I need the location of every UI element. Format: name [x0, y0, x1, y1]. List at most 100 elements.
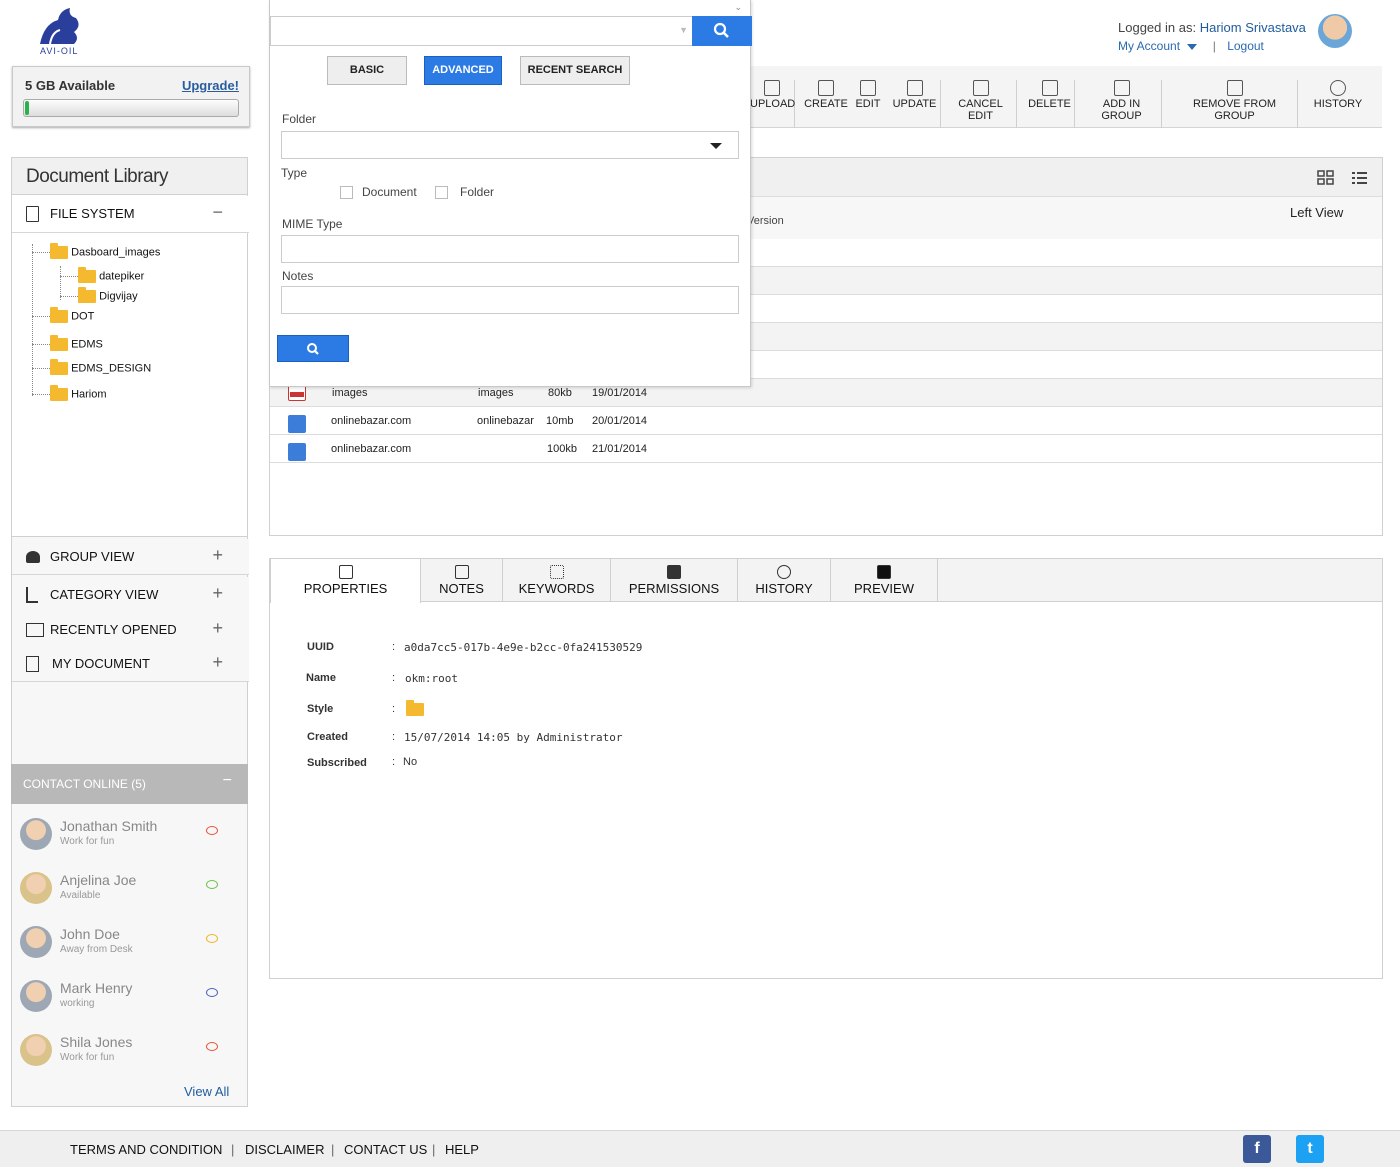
- contact-name: Jonathan Smith: [60, 818, 158, 834]
- view-all-link[interactable]: View All: [184, 1084, 229, 1099]
- contact-us-link[interactable]: CONTACT US: [344, 1142, 427, 1157]
- toolbar-update[interactable]: UPDATE: [889, 80, 941, 128]
- toolbar-label: UPDATE: [892, 98, 937, 110]
- folder-icon: [406, 700, 424, 716]
- tab-keywords[interactable]: KEYWORDS: [503, 559, 611, 602]
- tab-label: KEYWORDS: [518, 581, 595, 596]
- my-account-link[interactable]: My Account: [1118, 39, 1180, 53]
- folder-icon: [50, 243, 68, 259]
- tab-preview[interactable]: PREVIEW: [831, 559, 938, 602]
- toolbar-create[interactable]: CREATE: [802, 80, 850, 110]
- contact-person[interactable]: Anjelina Joe Available: [20, 872, 236, 912]
- folder-select[interactable]: [281, 131, 739, 159]
- table-row[interactable]: onlinebazar.com onlinebazar 10mb 20/01/2…: [270, 407, 1382, 435]
- chat-icon[interactable]: [206, 988, 218, 997]
- name-value: okm:root: [405, 672, 458, 685]
- advanced-search-submit[interactable]: [277, 335, 349, 362]
- category-view-section[interactable]: CATEGORY VIEW +: [12, 577, 249, 613]
- type-document-checkbox[interactable]: [340, 186, 353, 199]
- contact-person[interactable]: John Doe Away from Desk: [20, 926, 236, 966]
- file-name: images: [332, 387, 368, 399]
- disclaimer-link[interactable]: DISCLAIMER: [245, 1142, 324, 1157]
- notes-input[interactable]: [281, 286, 739, 314]
- tree-item[interactable]: EDMS: [32, 335, 103, 351]
- tree-item[interactable]: Hariom: [32, 385, 107, 401]
- dropdown-arrow-icon[interactable]: ▼: [679, 25, 688, 35]
- collapse-icon[interactable]: −: [212, 202, 223, 223]
- search-input[interactable]: ▼: [270, 16, 692, 46]
- edit-icon: [860, 80, 876, 96]
- tree-item-label: DOT: [71, 310, 95, 323]
- group-view-section[interactable]: GROUP VIEW +: [12, 539, 249, 575]
- toolbar-upload[interactable]: UPLOAD: [750, 80, 795, 128]
- group-icon: [26, 551, 40, 563]
- chat-icon[interactable]: [206, 880, 218, 889]
- toolbar-cancel-edit[interactable]: CANCEL EDIT: [945, 80, 1017, 128]
- chat-icon[interactable]: [206, 934, 218, 943]
- tab-properties[interactable]: PROPERTIES: [270, 559, 421, 603]
- tree-item-label: EDMS_DESIGN: [71, 362, 152, 375]
- toolbar-remove-from-group[interactable]: REMOVE FROM GROUP: [1172, 80, 1298, 128]
- tab-advanced[interactable]: ADVANCED: [424, 56, 502, 85]
- company-logo[interactable]: AVI-OIL: [30, 6, 102, 60]
- file-size: 10mb: [546, 415, 574, 427]
- tree-item[interactable]: datepiker: [60, 267, 144, 283]
- grid-view-icon[interactable]: [1317, 170, 1335, 186]
- logout-link[interactable]: Logout: [1227, 39, 1264, 53]
- update-icon: [906, 80, 923, 96]
- list-view-icon[interactable]: [1351, 170, 1369, 186]
- search-button[interactable]: [692, 16, 752, 46]
- user-avatar[interactable]: [1318, 14, 1352, 48]
- help-link[interactable]: HELP: [445, 1142, 479, 1157]
- recently-opened-section[interactable]: RECENTLY OPENED +: [12, 612, 249, 648]
- expand-icon[interactable]: +: [212, 618, 223, 639]
- tree-item-label: Digvijay: [99, 290, 138, 303]
- toolbar-delete[interactable]: DELETE: [1025, 80, 1075, 128]
- tree-item[interactable]: Dasboard_images: [32, 243, 160, 259]
- type-folder-checkbox[interactable]: [435, 186, 448, 199]
- chevron-down-icon[interactable]: [1187, 43, 1198, 50]
- contact-name: Mark Henry: [60, 980, 133, 996]
- toolbar-label: EDIT: [855, 98, 881, 110]
- notes-label: Notes: [282, 269, 314, 283]
- tab-recent-search[interactable]: RECENT SEARCH: [520, 56, 630, 85]
- table-row[interactable]: onlinebazar.com 100kb 21/01/2014: [270, 435, 1382, 463]
- terms-link[interactable]: TERMS AND CONDITION: [70, 1142, 222, 1157]
- expand-icon[interactable]: +: [212, 583, 223, 604]
- library-title: Document Library: [12, 158, 247, 195]
- contact-name: Shila Jones: [60, 1034, 133, 1050]
- toolbar-edit[interactable]: EDIT: [854, 80, 882, 110]
- contact-person[interactable]: Shila Jones Work for fun: [20, 1034, 236, 1074]
- chat-icon[interactable]: [206, 826, 218, 835]
- left-view-label[interactable]: Left View: [1290, 205, 1343, 220]
- tree-item[interactable]: DOT: [32, 307, 95, 323]
- tab-history[interactable]: HISTORY: [738, 559, 831, 602]
- tab-label: PERMISSIONS: [628, 581, 720, 596]
- version-header[interactable]: Version: [747, 215, 784, 227]
- chat-icon[interactable]: [206, 1042, 218, 1051]
- tab-notes[interactable]: NOTES: [421, 559, 503, 602]
- chevron-down-icon[interactable]: ⌄: [734, 2, 742, 13]
- tree-item[interactable]: EDMS_DESIGN: [32, 359, 152, 375]
- expand-icon[interactable]: +: [212, 652, 223, 673]
- contact-online-header[interactable]: CONTACT ONLINE (5) −: [11, 764, 248, 804]
- expand-icon[interactable]: +: [212, 545, 223, 566]
- facebook-icon[interactable]: f: [1243, 1135, 1271, 1163]
- file-system-section[interactable]: FILE SYSTEM −: [12, 196, 249, 233]
- contact-person[interactable]: Jonathan Smith Work for fun: [20, 818, 236, 858]
- upgrade-link[interactable]: Upgrade!: [182, 78, 239, 93]
- contact-person[interactable]: Mark Henry working: [20, 980, 236, 1020]
- toolbar-add-in-group[interactable]: ADD IN GROUP: [1082, 80, 1162, 128]
- my-document-section[interactable]: MY DOCUMENT +: [12, 646, 249, 682]
- twitter-icon[interactable]: t: [1296, 1135, 1324, 1163]
- mime-type-input[interactable]: [281, 235, 739, 263]
- tree-item[interactable]: Digvijay: [60, 287, 138, 303]
- avatar: [20, 818, 52, 850]
- toolbar-history[interactable]: HISTORY: [1312, 80, 1364, 110]
- folder-icon: [50, 307, 68, 323]
- advanced-search-dropdown: ⌄ ▼ BASIC ADVANCED RECENT SEARCH Folder …: [269, 0, 752, 387]
- storage-progress-fill: [25, 101, 30, 115]
- tab-permissions[interactable]: PERMISSIONS: [611, 559, 738, 602]
- tab-basic[interactable]: BASIC: [327, 56, 407, 85]
- collapse-icon[interactable]: −: [223, 772, 232, 790]
